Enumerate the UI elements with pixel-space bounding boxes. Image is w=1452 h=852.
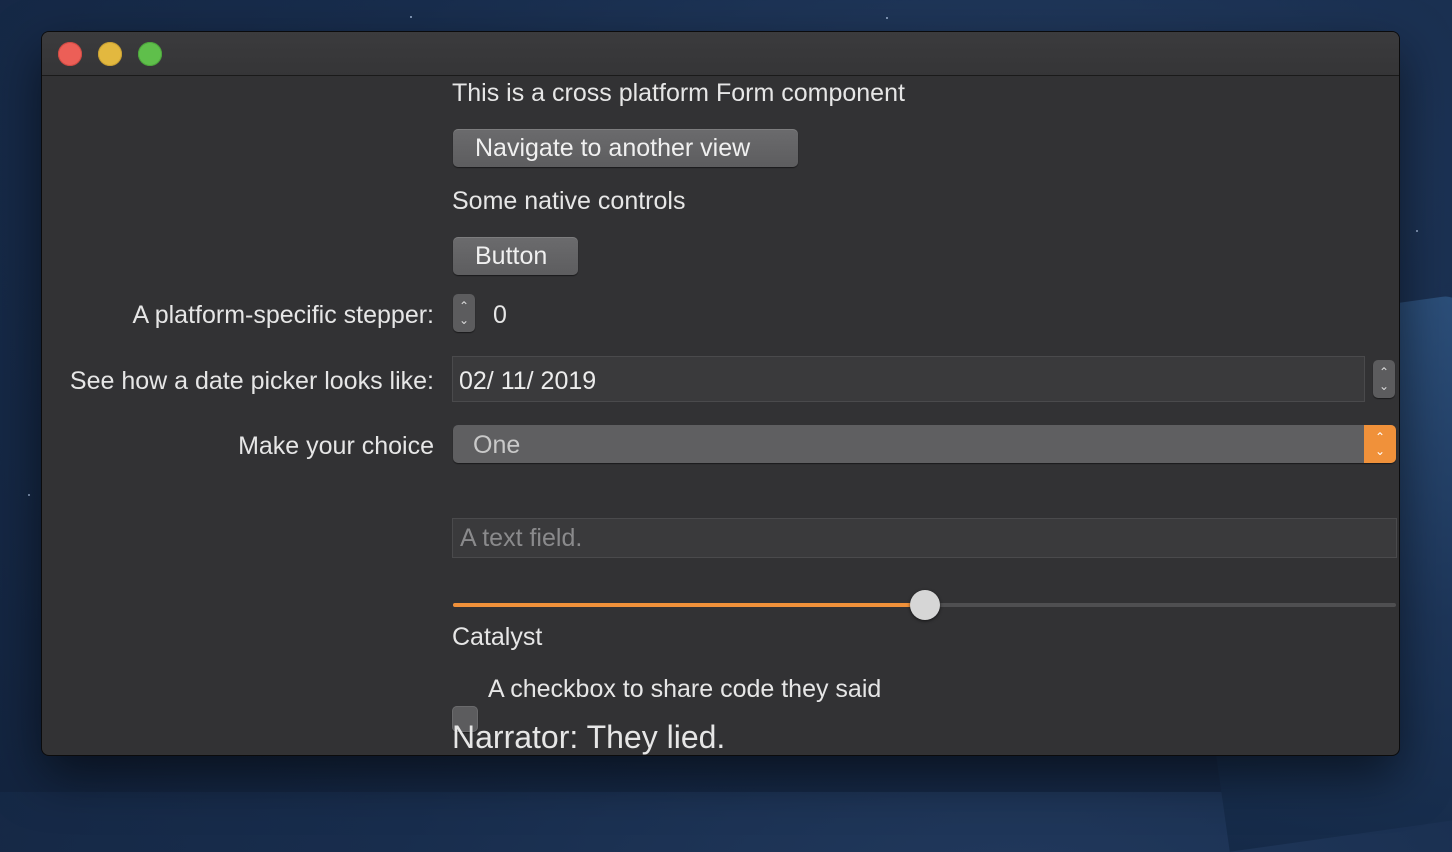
checkbox-label[interactable]: A checkbox to share code they said [488, 675, 881, 704]
date-picker-label: See how a date picker looks like: [69, 367, 434, 395]
wallpaper-star [410, 16, 412, 18]
minimize-icon[interactable] [98, 42, 122, 66]
slider-knob[interactable] [909, 590, 940, 620]
date-picker-stepper[interactable]: ⌃ ⌄ [1373, 360, 1395, 398]
text-field[interactable]: A text field. [452, 518, 1397, 558]
chevron-down-icon[interactable]: ⌄ [459, 313, 469, 327]
title-bar[interactable] [42, 32, 1399, 76]
date-picker-field[interactable]: 02/ 11/ 2019 [452, 356, 1365, 402]
app-window: This is a cross platform Form component … [42, 32, 1399, 755]
choice-popup[interactable]: One ⌃ ⌄ [453, 425, 1396, 463]
popup-arrows-icon[interactable]: ⌃ ⌄ [1364, 425, 1396, 463]
stepper-value: 0 [493, 301, 507, 329]
close-icon[interactable] [58, 42, 82, 66]
narrator-text: Narrator: They lied. [452, 719, 726, 755]
choice-selected-value: One [473, 431, 521, 459]
wallpaper-star [1416, 230, 1418, 232]
button[interactable]: Button [453, 237, 578, 275]
zoom-icon[interactable] [138, 42, 162, 66]
wallpaper-star [886, 17, 888, 19]
chevron-up-icon[interactable]: ⌃ [1379, 365, 1389, 379]
chevron-up-icon[interactable]: ⌃ [459, 299, 469, 313]
form-content: This is a cross platform Form component … [42, 76, 1399, 755]
navigate-button[interactable]: Navigate to another view [453, 129, 798, 167]
stepper-control[interactable]: ⌃ ⌄ [453, 294, 475, 332]
choice-label: Make your choice [238, 432, 434, 460]
stepper-label: A platform-specific stepper: [132, 301, 434, 329]
wallpaper-star [28, 494, 30, 496]
chevron-down-icon[interactable]: ⌄ [1379, 379, 1389, 393]
slider-fill [453, 603, 925, 607]
native-controls-text: Some native controls [452, 187, 686, 215]
catalyst-text: Catalyst [452, 623, 543, 651]
form-header-text: This is a cross platform Form component [452, 79, 905, 107]
